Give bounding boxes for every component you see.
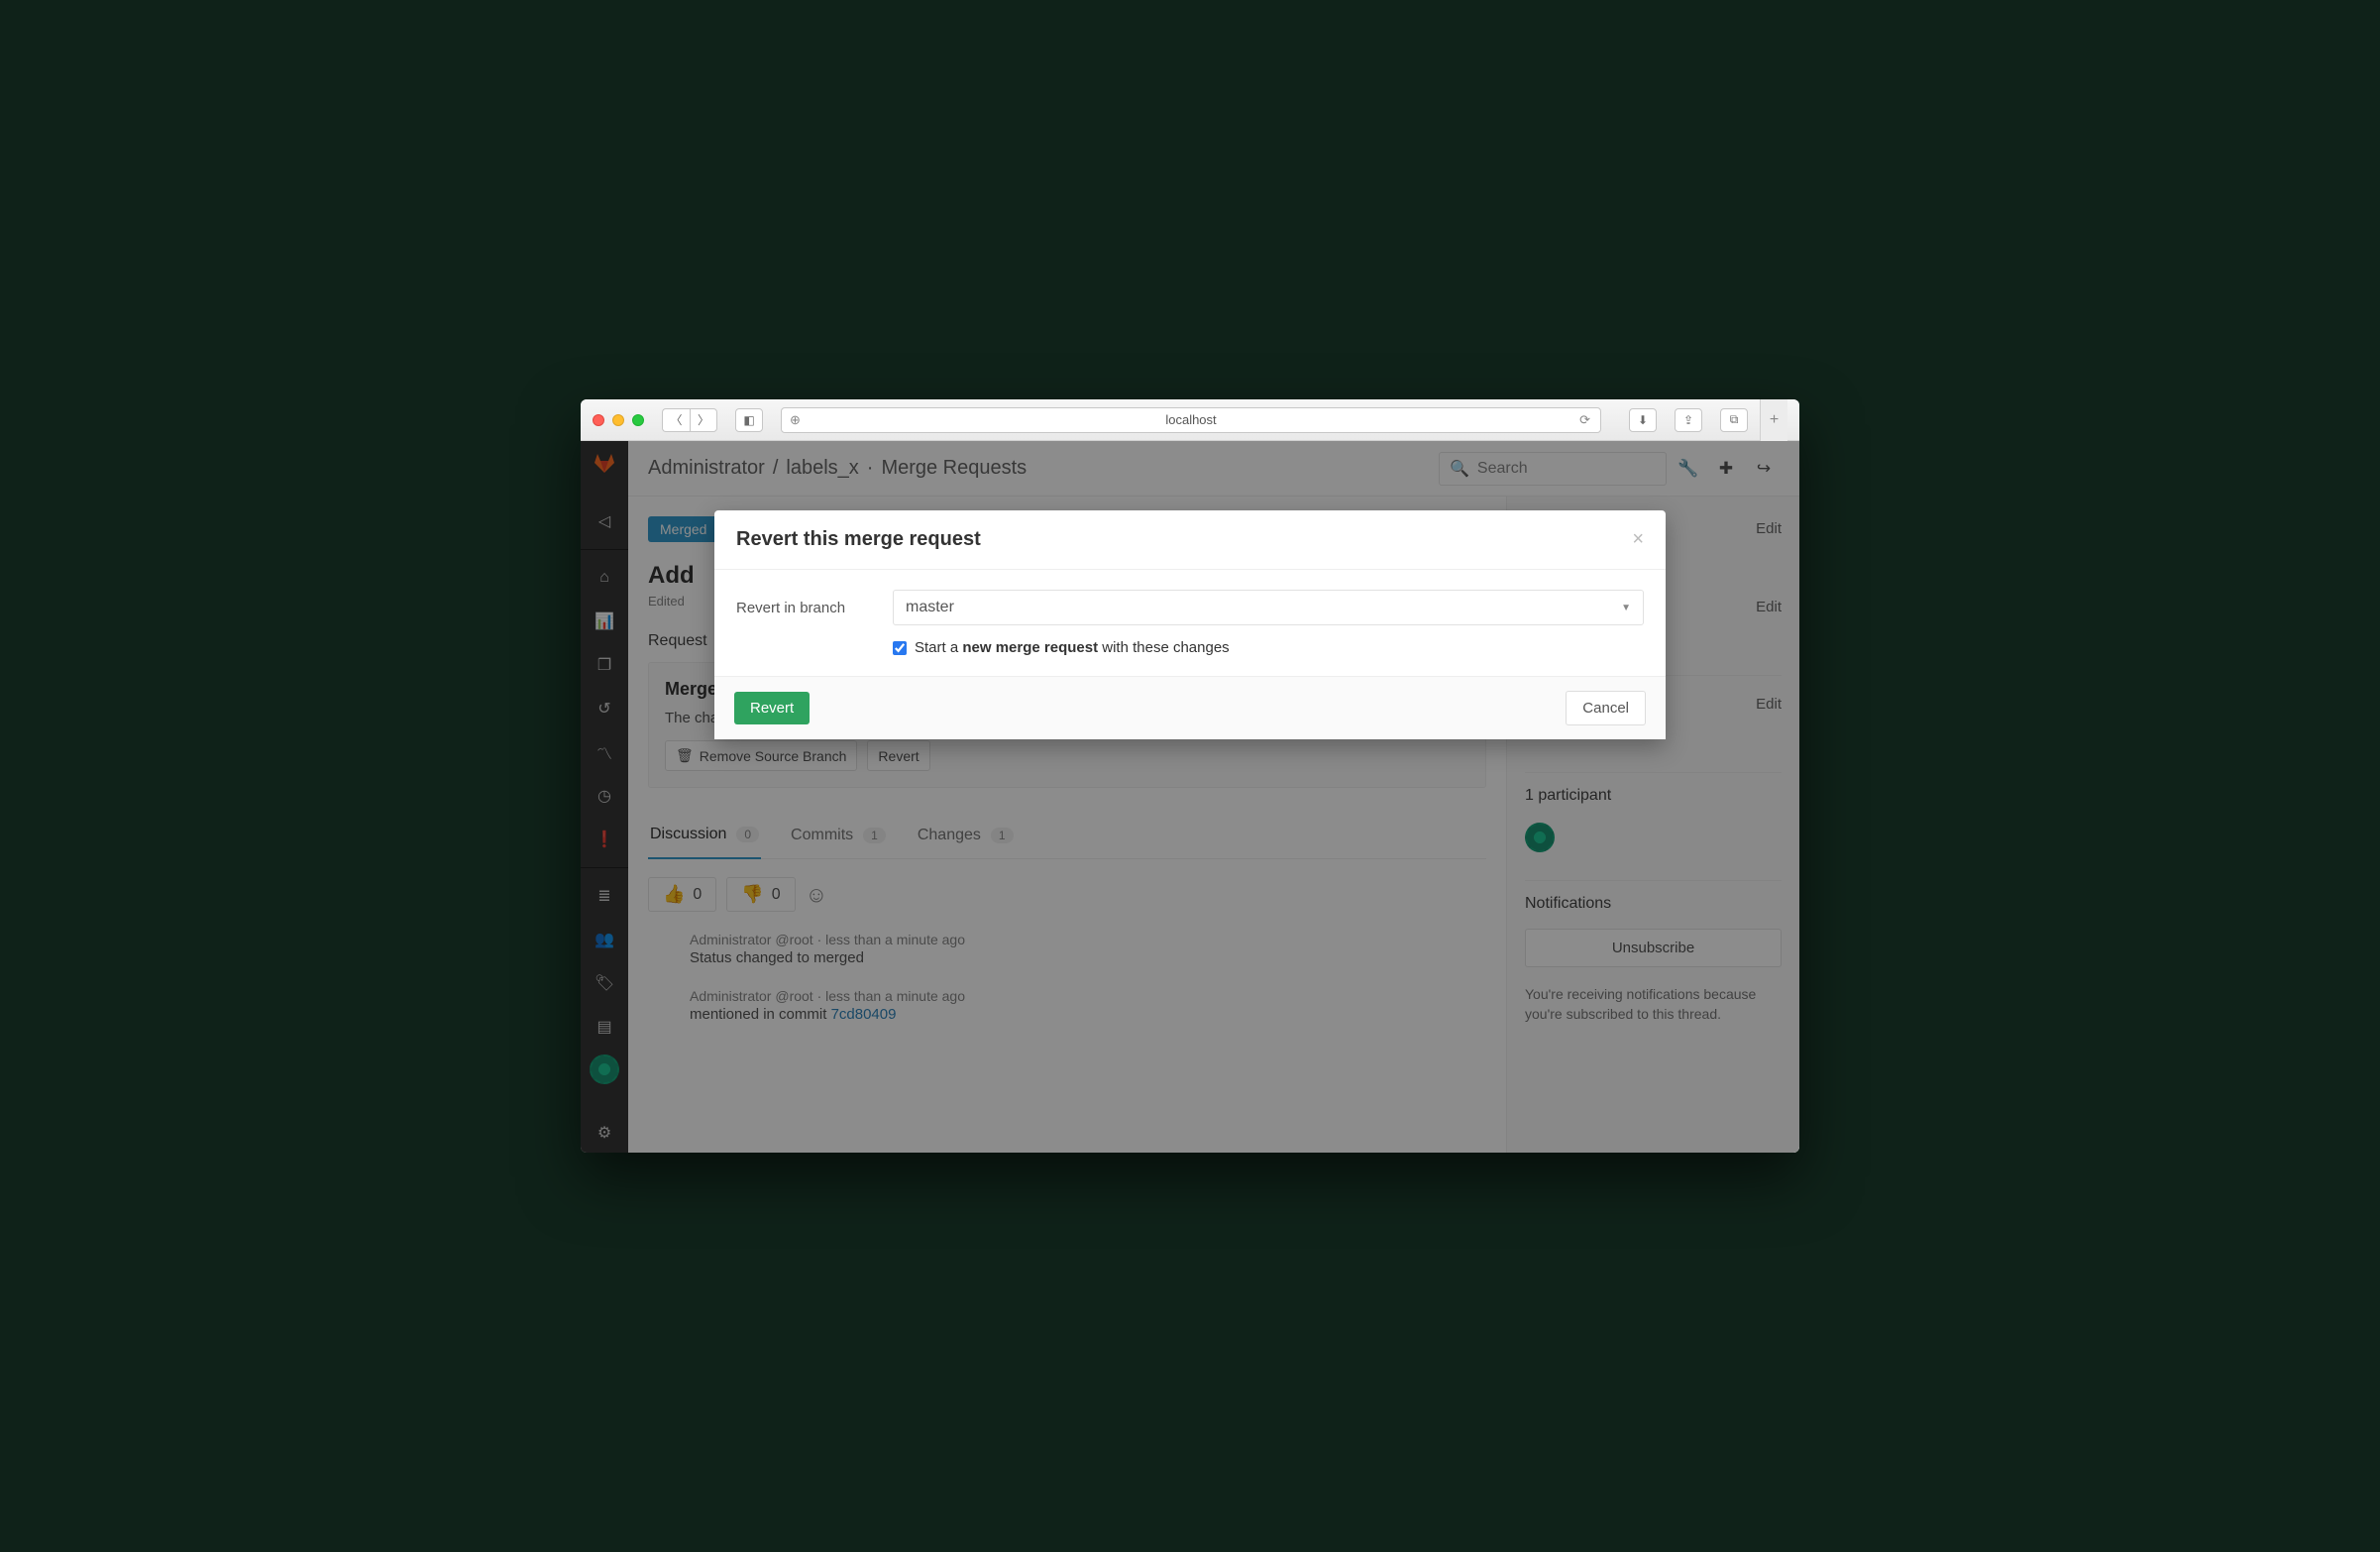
- branch-label: Revert in branch: [736, 600, 875, 616]
- confirm-revert-button[interactable]: Revert: [734, 692, 810, 724]
- nav-buttons: 〈 〉: [662, 408, 717, 432]
- window-controls: [593, 414, 644, 426]
- chk-text-bold: new merge request: [962, 639, 1098, 656]
- browser-window: 〈 〉 ◧ ⊕ localhost ⟳ ⬇ ⇪ ⧉ + ◁ ⌂ 📊 ❐ ↺ 〽: [581, 399, 1799, 1153]
- window-minimize[interactable]: [612, 414, 624, 426]
- downloads-icon[interactable]: ⬇: [1629, 408, 1657, 432]
- share-icon[interactable]: ⇪: [1675, 408, 1702, 432]
- window-close[interactable]: [593, 414, 604, 426]
- nav-back[interactable]: 〈: [662, 408, 690, 432]
- address-text: localhost: [1165, 412, 1216, 427]
- window-maximize[interactable]: [632, 414, 644, 426]
- branch-select[interactable]: master ▼: [893, 590, 1644, 625]
- new-tab-button[interactable]: +: [1760, 399, 1787, 441]
- new-mr-checkbox-row: Start a new merge request with these cha…: [893, 639, 1644, 656]
- safari-titlebar: 〈 〉 ◧ ⊕ localhost ⟳ ⬇ ⇪ ⧉ +: [581, 399, 1799, 441]
- modal-overlay[interactable]: Revert this merge request × Revert in br…: [581, 441, 1799, 1153]
- chevron-down-icon: ▼: [1621, 603, 1631, 613]
- branch-value: master: [906, 599, 954, 616]
- new-mr-checkbox[interactable]: [893, 641, 907, 655]
- toolbar-right: ⬇ ⇪ ⧉: [1619, 408, 1748, 432]
- address-bar[interactable]: ⊕ localhost ⟳: [781, 407, 1601, 433]
- add-bookmark-icon[interactable]: ⊕: [790, 412, 801, 428]
- cancel-button[interactable]: Cancel: [1566, 691, 1646, 725]
- modal-footer: Revert Cancel: [714, 676, 1666, 739]
- modal-body: Revert in branch master ▼ Start a new me…: [714, 570, 1666, 676]
- tabs-icon[interactable]: ⧉: [1720, 408, 1748, 432]
- chk-text-b: with these changes: [1098, 639, 1230, 656]
- revert-modal: Revert this merge request × Revert in br…: [714, 510, 1666, 739]
- reload-icon[interactable]: ⟳: [1579, 412, 1590, 428]
- modal-close-icon[interactable]: ×: [1632, 528, 1644, 551]
- modal-title: Revert this merge request: [736, 528, 1632, 551]
- checkbox-label: Start a new merge request with these cha…: [915, 639, 1230, 656]
- modal-header: Revert this merge request ×: [714, 510, 1666, 570]
- chk-text-a: Start a: [915, 639, 962, 656]
- nav-forward[interactable]: 〉: [690, 408, 717, 432]
- sidebar-toggle[interactable]: ◧: [735, 408, 763, 432]
